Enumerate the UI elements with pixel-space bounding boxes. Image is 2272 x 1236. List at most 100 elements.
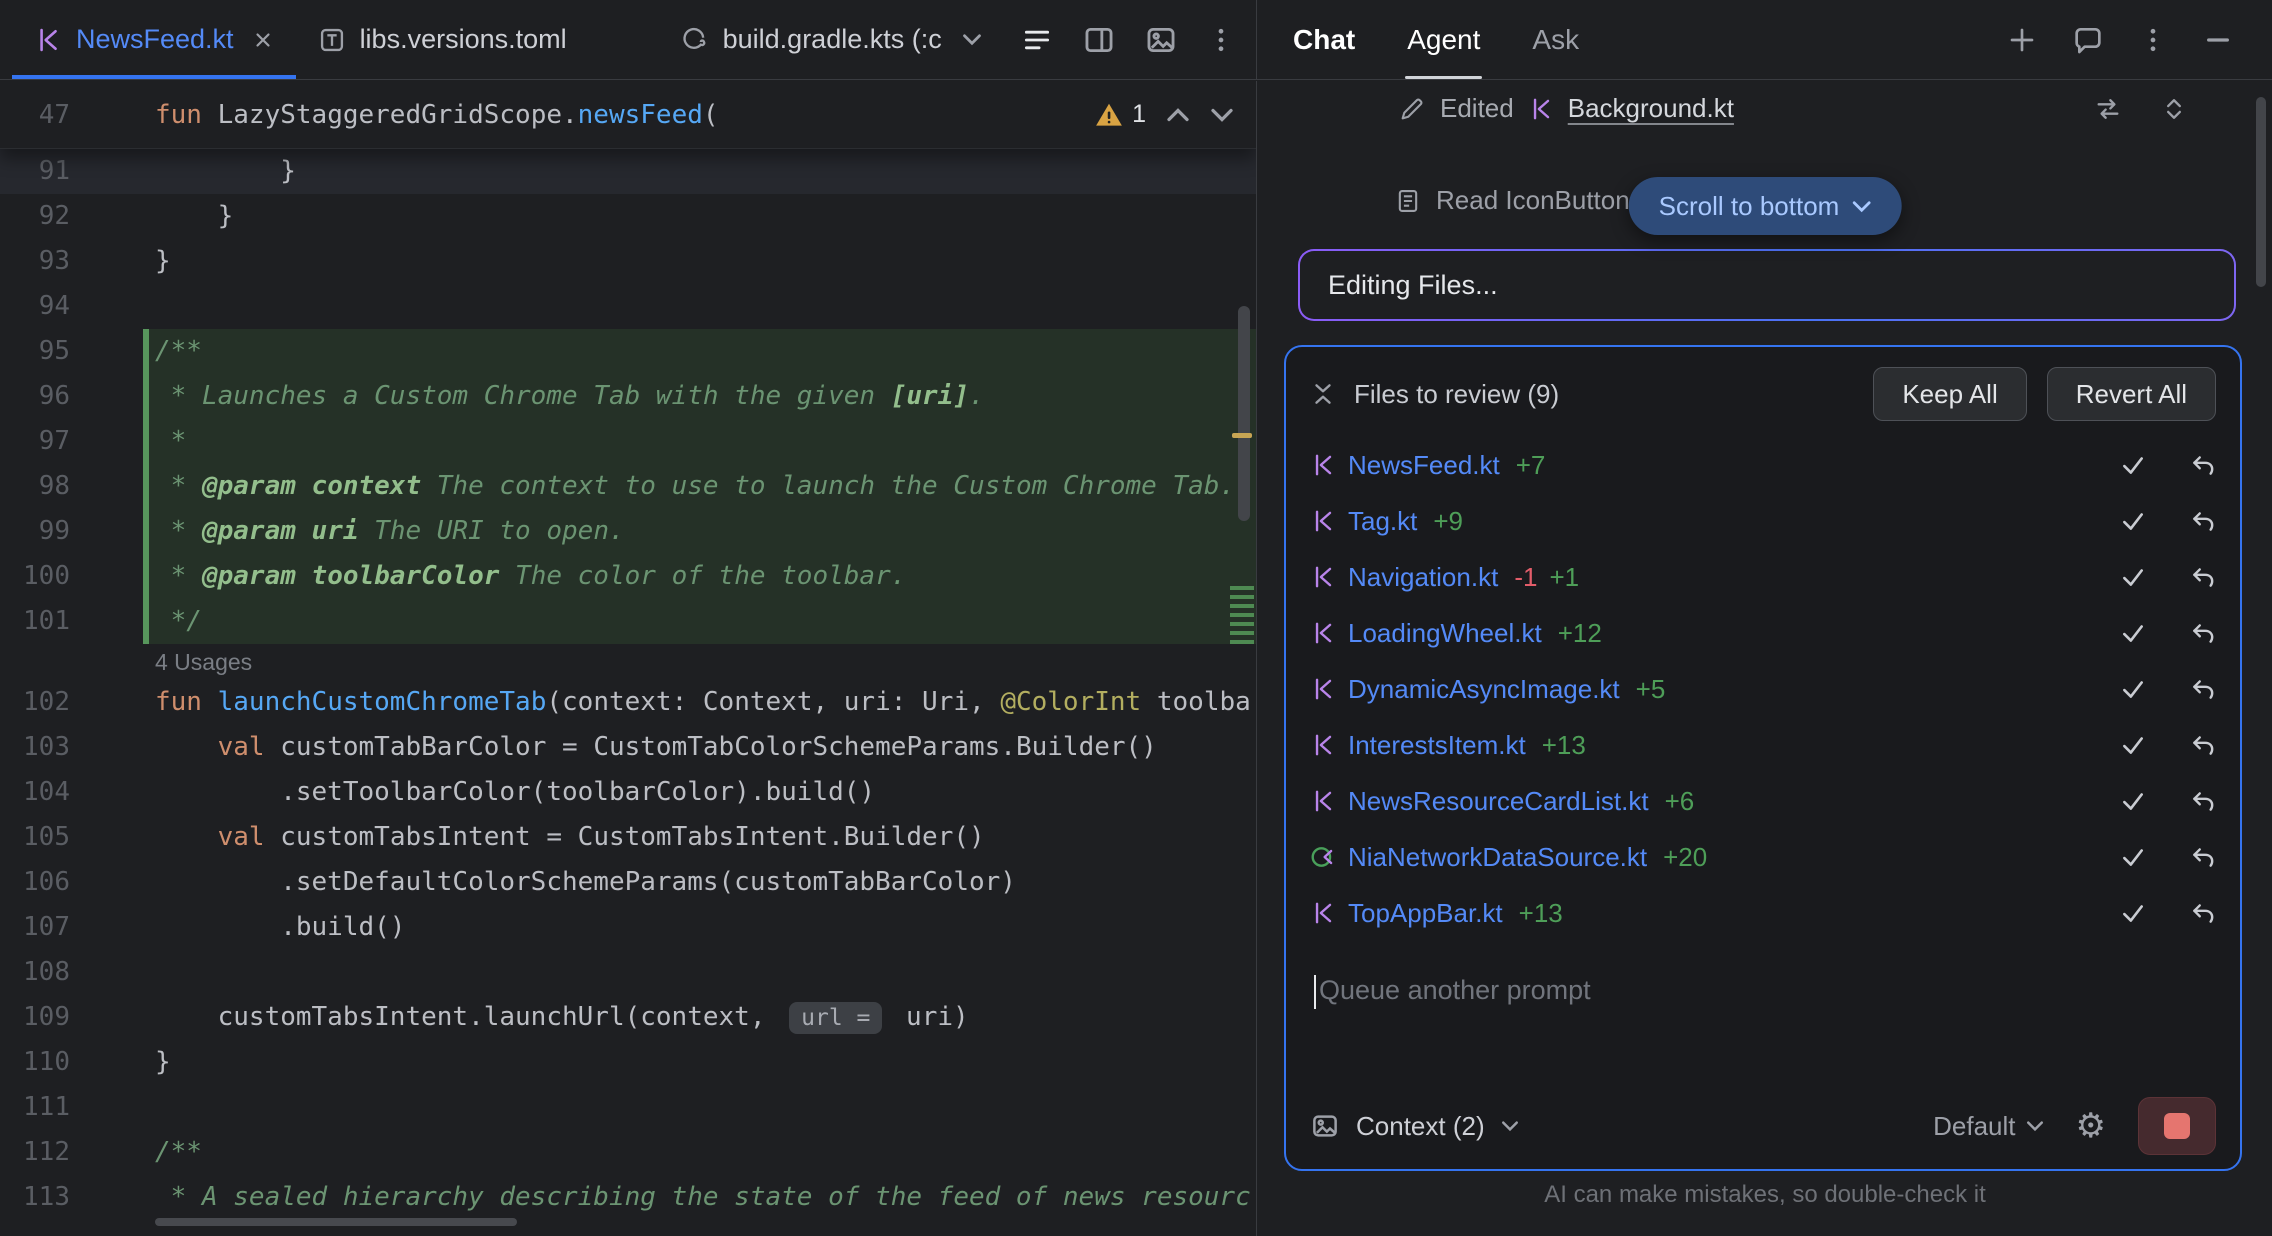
file-review-row[interactable]: TopAppBar.kt+13 (1310, 885, 2216, 941)
file-link[interactable]: LoadingWheel.kt (1348, 618, 1542, 649)
prompt-input[interactable]: Queue another prompt (1286, 941, 2240, 1083)
file-link[interactable]: NewsResourceCardList.kt (1348, 786, 1649, 817)
line-number: 95 (0, 329, 70, 374)
code-text: * @param uri The URI to open. (155, 509, 625, 554)
revert-file-icon[interactable] (2190, 676, 2216, 702)
vcs-change-bar[interactable] (143, 329, 149, 374)
file-link[interactable]: NewsFeed.kt (1348, 450, 1500, 481)
context-selector[interactable]: Context (2) (1356, 1111, 1485, 1142)
agent-step-edited[interactable]: Edited Background.kt (1398, 93, 2188, 124)
keep-all-button[interactable]: Keep All (1873, 367, 2026, 421)
vcs-change-bar[interactable] (143, 464, 149, 509)
next-problem-icon[interactable] (1210, 107, 1234, 123)
new-chat-icon[interactable] (2006, 24, 2038, 56)
revert-file-icon[interactable] (2190, 900, 2216, 926)
chat-scrollbar[interactable] (2256, 97, 2266, 287)
structure-list-icon[interactable] (1020, 23, 1054, 57)
preview-image-icon[interactable] (1144, 23, 1178, 57)
tab-build-gradle[interactable]: build.gradle.kts (:c (659, 0, 1004, 79)
revert-file-icon[interactable] (2190, 732, 2216, 758)
chevron-down-icon[interactable] (962, 33, 982, 46)
hide-panel-icon[interactable] (2202, 24, 2234, 56)
keep-file-icon[interactable] (2120, 732, 2146, 758)
keep-file-icon[interactable] (2120, 676, 2146, 702)
revert-file-icon[interactable] (2190, 620, 2216, 646)
file-review-row[interactable]: Tag.kt+9 (1310, 493, 2216, 549)
warning-icon (1094, 100, 1124, 130)
attach-image-icon[interactable] (1310, 1111, 1340, 1141)
file-review-row[interactable]: NewsResourceCardList.kt+6 (1310, 773, 2216, 829)
editor-horizontal-scrollbar[interactable] (155, 1218, 517, 1226)
vcs-change-scroll-marks[interactable] (1230, 586, 1254, 648)
vcs-change-bar[interactable] (143, 599, 149, 644)
show-diff-icon[interactable] (2094, 95, 2122, 123)
prev-problem-icon[interactable] (1166, 107, 1190, 123)
edited-file-link[interactable]: Background.kt (1568, 93, 1734, 124)
revert-file-icon[interactable] (2190, 452, 2216, 478)
revert-file-icon[interactable] (2190, 788, 2216, 814)
sticky-header-line[interactable]: 47 fun LazyStaggeredGridScope.newsFeed( … (0, 81, 1256, 149)
usages-hint[interactable]: 4 Usages (155, 644, 252, 680)
file-row-actions (2120, 732, 2216, 758)
keep-file-icon[interactable] (2120, 452, 2146, 478)
line-number: 107 (0, 905, 70, 950)
keep-file-icon[interactable] (2120, 788, 2146, 814)
keep-file-icon[interactable] (2120, 844, 2146, 870)
revert-file-icon[interactable] (2190, 844, 2216, 870)
code-line: 101 */ (0, 599, 1256, 644)
editor-vertical-scrollbar[interactable] (1238, 306, 1250, 521)
chat-history-icon[interactable] (2072, 24, 2104, 56)
file-link[interactable]: InterestsItem.kt (1348, 730, 1526, 761)
file-link[interactable]: DynamicAsyncImage.kt (1348, 674, 1620, 705)
line-number: 108 (0, 950, 70, 995)
file-link[interactable]: Navigation.kt (1348, 562, 1498, 593)
vcs-change-bar[interactable] (143, 509, 149, 554)
keep-file-icon[interactable] (2120, 564, 2146, 590)
keep-file-icon[interactable] (2120, 900, 2146, 926)
review-actions: Keep All Revert All (1873, 367, 2216, 421)
keep-file-icon[interactable] (2120, 508, 2146, 534)
vcs-change-bar[interactable] (143, 374, 149, 419)
tab-newsfeed[interactable]: NewsFeed.kt (12, 0, 296, 79)
file-link[interactable]: Tag.kt (1348, 506, 1417, 537)
tab-agent[interactable]: Agent (1407, 0, 1480, 79)
line-number: 112 (0, 1130, 70, 1175)
scroll-to-bottom-button[interactable]: Scroll to bottom (1629, 177, 1902, 235)
file-review-row[interactable]: Navigation.kt-1+1 (1310, 549, 2216, 605)
revert-file-icon[interactable] (2190, 564, 2216, 590)
collapse-icon[interactable] (1310, 381, 1336, 407)
code-editor[interactable]: 47 fun LazyStaggeredGridScope.newsFeed( … (0, 81, 1257, 1236)
agent-step-read[interactable]: Read IconButton. (1394, 185, 1637, 216)
tab-libs-versions[interactable]: libs.versions.toml (296, 0, 589, 79)
code-lines[interactable]: 91 }92 }93}9495/**96 * Launches a Custom… (0, 149, 1256, 1236)
editor-toolbar (1020, 0, 1236, 79)
vcs-change-bar[interactable] (143, 419, 149, 464)
file-review-row[interactable]: NiaNetworkDataSource.kt+20 (1310, 829, 2216, 885)
split-editor-icon[interactable] (1082, 23, 1116, 57)
vcs-change-bar[interactable] (143, 554, 149, 599)
file-link[interactable]: TopAppBar.kt (1348, 898, 1503, 929)
file-review-row[interactable]: DynamicAsyncImage.kt+5 (1310, 661, 2216, 717)
tab-ask[interactable]: Ask (1532, 0, 1579, 79)
settings-gear-icon[interactable]: ⚙ (2076, 1109, 2106, 1143)
stop-button[interactable] (2138, 1097, 2216, 1155)
tab-chat[interactable]: Chat (1293, 0, 1355, 79)
warning-count[interactable]: 1 (1094, 100, 1146, 130)
code-line: 112/** (0, 1130, 1256, 1175)
model-selector[interactable]: Default (1933, 1111, 2043, 1142)
revert-all-button[interactable]: Revert All (2047, 367, 2216, 421)
expand-step-icon[interactable] (2160, 95, 2188, 123)
more-options-icon[interactable] (1206, 25, 1236, 55)
file-link[interactable]: NiaNetworkDataSource.kt (1348, 842, 1647, 873)
file-review-row[interactable]: LoadingWheel.kt+12 (1310, 605, 2216, 661)
close-tab-icon[interactable] (252, 29, 274, 51)
more-options-icon[interactable] (2138, 25, 2168, 55)
warning-scroll-mark[interactable] (1232, 433, 1252, 438)
editing-status: Editing Files... (1298, 249, 2236, 321)
revert-file-icon[interactable] (2190, 508, 2216, 534)
file-review-row[interactable]: NewsFeed.kt+7 (1310, 437, 2216, 493)
file-review-row[interactable]: InterestsItem.kt+13 (1310, 717, 2216, 773)
kotlin-file-icon (1310, 732, 1348, 758)
chevron-down-icon[interactable] (1501, 1120, 1519, 1132)
keep-file-icon[interactable] (2120, 620, 2146, 646)
